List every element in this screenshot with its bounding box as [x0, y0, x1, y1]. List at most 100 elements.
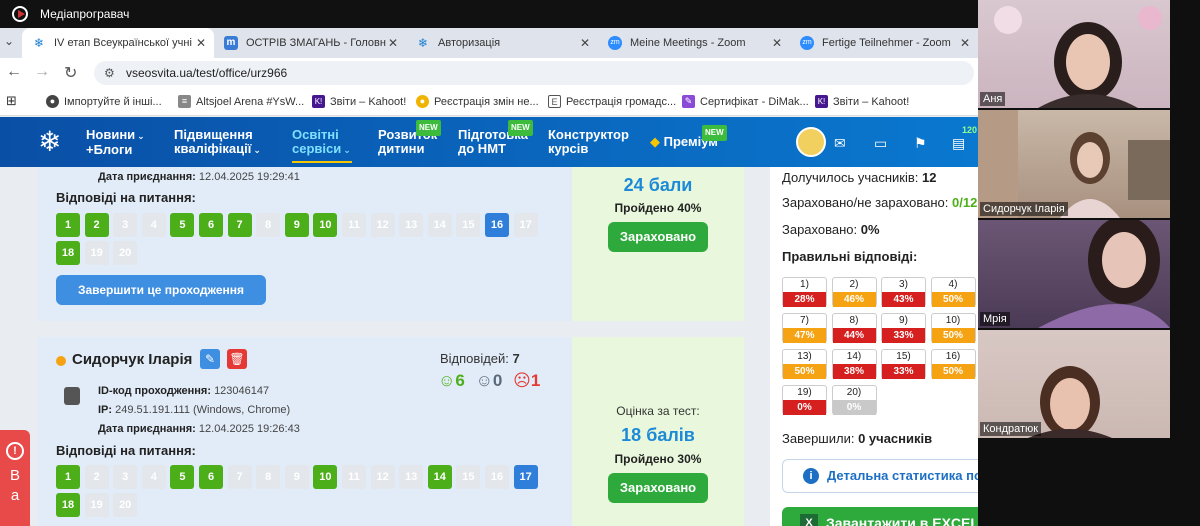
tab-close-icon[interactable]: ✕	[196, 36, 206, 50]
answer-number[interactable]: 8	[256, 465, 281, 489]
answer-number[interactable]: 4	[141, 465, 166, 489]
answer-number[interactable]: 10	[313, 465, 338, 489]
video-tile-4[interactable]: Кондратюк	[978, 330, 1170, 438]
bookmark-kahoot-1[interactable]: K! Звіти – Kahoot!	[312, 95, 406, 108]
video-tile-2[interactable]: Сидорчук Іларія	[978, 110, 1170, 218]
tab-island[interactable]: m ОСТРІВ ЗМАГАНЬ - Головн ✕	[214, 28, 406, 58]
attempt-id: 123046147	[214, 385, 270, 397]
back-icon[interactable]: ←	[6, 63, 22, 81]
credited-percent: 0%	[860, 222, 880, 237]
nav-child-development[interactable]: NEW Розвиток дитини	[378, 120, 441, 156]
answer-number[interactable]: 16	[485, 465, 509, 489]
answer-number[interactable]: 15	[456, 213, 481, 237]
tab-search-icon[interactable]: ⌄	[4, 34, 14, 48]
mail-icon[interactable]: ✉	[834, 135, 846, 152]
tab-auth[interactable]: ❄ Авторизація ✕	[406, 28, 598, 58]
tab-close-icon[interactable]: ✕	[580, 36, 590, 50]
tab-zoom-meetings[interactable]: zm Meine Meetings - Zoom ✕	[598, 28, 790, 58]
answer-number[interactable]: 19	[84, 241, 109, 265]
participant-name-label: Кондратюк	[980, 422, 1042, 436]
answer-number[interactable]: 15	[456, 465, 481, 489]
bookmark-import[interactable]: ● Імпортуйте й інші...	[46, 95, 162, 108]
nav-label: сервіси	[292, 141, 342, 156]
avatar[interactable]	[796, 127, 826, 157]
answer-number[interactable]: 1	[56, 213, 80, 237]
delete-icon[interactable]: 🗑	[227, 349, 247, 369]
answer-number[interactable]: 2	[84, 213, 109, 237]
answer-number[interactable]: 14	[427, 213, 452, 237]
answer-number[interactable]: 18	[56, 241, 80, 265]
answer-number[interactable]: 9	[284, 465, 309, 489]
answer-number[interactable]: 20	[113, 241, 138, 265]
tab-olympiad[interactable]: ❄ IV етап Всеукраїнської учні ✕	[22, 28, 214, 58]
finish-attempt-button[interactable]: Завершити це проходження	[56, 275, 266, 305]
answer-number[interactable]: 9	[284, 213, 309, 237]
answer-number[interactable]: 4	[141, 213, 166, 237]
url-field[interactable]: ⚙ vseosvita.ua/test/office/urz966	[94, 61, 974, 85]
answer-number[interactable]: 5	[170, 213, 195, 237]
question-number: 10)	[945, 315, 961, 326]
answer-number[interactable]: 6	[199, 465, 223, 489]
tab-close-icon[interactable]: ✕	[388, 36, 398, 50]
answer-number[interactable]: 7	[227, 213, 252, 237]
detailed-stats-button[interactable]: i Детальна статистика по відповідях ›	[782, 459, 978, 493]
video-tile-3[interactable]: Мрія	[978, 220, 1170, 328]
answer-number[interactable]: 11	[342, 465, 366, 489]
answer-number[interactable]: 5	[170, 465, 195, 489]
answer-number[interactable]: 2	[84, 465, 109, 489]
answer-number[interactable]: 1	[56, 465, 80, 489]
bookmark-certificate[interactable]: ✎ Сертифікат - DiMak...	[682, 95, 809, 108]
answer-number[interactable]: 17	[513, 213, 538, 237]
tab-close-icon[interactable]: ✕	[960, 36, 970, 50]
status-credited-button[interactable]: Зараховано	[608, 473, 708, 503]
nav-services[interactable]: Освітні сервіси ⌄	[292, 128, 352, 163]
smile-icon: ☺	[438, 371, 456, 390]
nav-label: дитини	[378, 141, 425, 156]
answer-number[interactable]: 18	[56, 493, 80, 517]
answer-number[interactable]: 13	[399, 465, 424, 489]
browser-tabstrip: ⌄ ❄ IV етап Всеукраїнської учні ✕ m ОСТР…	[0, 28, 980, 58]
edit-icon[interactable]: ✎	[200, 349, 220, 369]
nav-qualification[interactable]: Підвищення кваліфікації ⌄	[174, 128, 261, 157]
answer-number[interactable]: 17	[513, 465, 538, 489]
bookmark-registration-1[interactable]: ● Реєстрація змін не...	[416, 95, 539, 108]
answer-number[interactable]: 10	[313, 213, 338, 237]
export-excel-button[interactable]: X Завантажити в EXCEL	[782, 507, 978, 526]
answer-number[interactable]: 12	[370, 465, 395, 489]
site-logo-snowflake-icon[interactable]: ❄	[38, 127, 61, 157]
bookmark-registration-2[interactable]: E Реєстрація громадс...	[548, 95, 676, 108]
nav-news[interactable]: Новини ⌄ +Блоги	[86, 128, 145, 157]
forward-icon[interactable]: →	[34, 63, 50, 81]
tab-zoom-participants[interactable]: zm Fertige Teilnehmer - Zoom ✕	[790, 28, 978, 58]
answer-number[interactable]: 6	[199, 213, 223, 237]
apps-grid-icon[interactable]: ⊞	[6, 93, 17, 109]
answer-number[interactable]: 20	[113, 493, 138, 517]
status-credited-button[interactable]: Зараховано	[608, 222, 708, 252]
answer-number[interactable]: 8	[256, 213, 281, 237]
answer-number[interactable]: 3	[113, 213, 138, 237]
calendar-icon[interactable]: ▤	[952, 135, 965, 152]
reload-icon[interactable]: ↻	[64, 63, 77, 83]
tab-close-icon[interactable]: ✕	[772, 36, 782, 50]
answer-number[interactable]: 19	[84, 493, 109, 517]
answer-number[interactable]: 11	[342, 213, 366, 237]
bookmark-icon[interactable]: ⚑	[914, 135, 927, 152]
answer-number[interactable]: 16	[485, 213, 509, 237]
site-settings-icon[interactable]: ⚙	[104, 66, 115, 80]
score-value: 18 балів	[621, 425, 695, 445]
answer-number[interactable]: 13	[399, 213, 424, 237]
question-stat: 16) 50%	[930, 349, 976, 379]
answer-number[interactable]: 14	[427, 465, 452, 489]
video-tile-1[interactable]: Аня	[978, 0, 1170, 108]
tab-label: Fertige Teilnehmer - Zoom	[822, 37, 951, 49]
bookmark-arena[interactable]: ≡ Altsjoel Arena #YsW...	[178, 95, 304, 108]
chat-icon[interactable]: ▭	[874, 135, 887, 152]
answer-number[interactable]: 3	[113, 465, 138, 489]
side-feedback-widget[interactable]: ! Ва	[0, 430, 30, 526]
answer-number[interactable]: 12	[370, 213, 395, 237]
bookmark-kahoot-2[interactable]: K! Звіти – Kahoot!	[815, 95, 909, 108]
nav-nmt-prep[interactable]: NEW Підготовка до НМТ	[458, 120, 533, 156]
nav-premium[interactable]: NEW ◆ Преміум	[650, 125, 727, 149]
nav-course-builder[interactable]: Конструктор курсів	[548, 128, 629, 156]
answer-number[interactable]: 7	[227, 465, 252, 489]
